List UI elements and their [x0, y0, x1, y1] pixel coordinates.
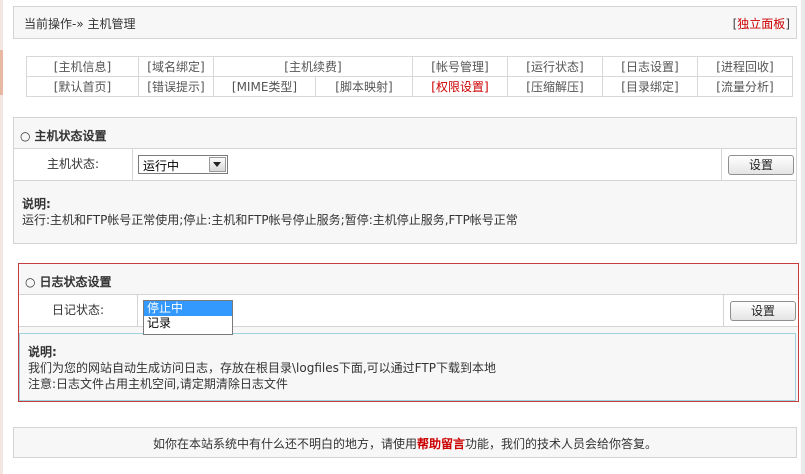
host-desc-title: 说明: — [22, 197, 51, 211]
footer-text-after: 功能，我们的技术人员会给你答复。 — [465, 437, 658, 451]
breadcrumb-bar: 当前操作-» 主机管理 [独立面板] — [13, 6, 797, 39]
scrollbar[interactable] — [801, 0, 805, 474]
log-desc-line-1: 我们为您的网站自动生成访问日志，存放在根目录\logfiles下面,可以通过FT… — [28, 361, 496, 375]
nav-menu: [主机信息] [域名绑定] [主机续费] [帐号管理] [运行状态] [日志设置… — [26, 56, 793, 97]
nav-item-default-page[interactable]: [默认首页] — [26, 76, 139, 97]
bracket-right: ] — [785, 17, 790, 31]
log-status-set-button[interactable]: 设置 — [730, 301, 796, 321]
help-message-link[interactable]: 帮助留言 — [417, 437, 465, 451]
nav-item-label[interactable]: 域名绑定 — [152, 60, 200, 74]
host-status-row: 主机状态: 运行中 设置 — [14, 148, 796, 181]
nav-item-label[interactable]: 主机续费 — [289, 60, 337, 74]
nav-item-script-mapping[interactable]: [脚本映射] — [315, 76, 413, 97]
nav-item-label[interactable]: 帐号管理 — [436, 60, 484, 74]
nav-row-2: [默认首页] [错误提示] [MIME类型] [脚本映射] [权限设置] [压缩… — [26, 76, 793, 97]
footer-text: 如你在本站系统中有什么还不明白的地方，请使用帮助留言功能，我们的技术人员会给你答… — [14, 435, 796, 452]
nav-item-permissions[interactable]: [权限设置] — [412, 76, 508, 97]
nav-item-label[interactable]: 主机信息 — [58, 60, 106, 74]
host-desc-text: 运行:主机和FTP帐号正常使用;停止:主机和FTP帐号停止服务;暂停:主机停止服… — [22, 213, 518, 227]
host-status-select[interactable]: 运行中 — [138, 155, 228, 174]
nav-item-process-recycle[interactable]: [进程回收] — [697, 56, 793, 77]
log-status-listbox[interactable]: 停止中 记录 — [143, 300, 233, 335]
nav-item-label[interactable]: MIME类型 — [237, 80, 293, 94]
nav-item-host-info[interactable]: [主机信息] — [26, 56, 139, 77]
log-status-description: 说明: 我们为您的网站自动生成访问日志，存放在根目录\logfiles下面,可以… — [28, 344, 496, 392]
nav-item-error-pages[interactable]: [错误提示] — [138, 76, 214, 97]
nav-item-mime-types[interactable]: [MIME类型] — [213, 76, 316, 97]
host-status-description: 说明: 运行:主机和FTP帐号正常使用;停止:主机和FTP帐号停止服务;暂停:主… — [22, 196, 518, 228]
independent-panel-link-wrapper: [独立面板] — [733, 15, 790, 32]
nav-item-run-status[interactable]: [运行状态] — [507, 56, 603, 77]
nav-item-compress[interactable]: [压缩解压] — [507, 76, 603, 97]
nav-item-label[interactable]: 压缩解压 — [531, 80, 579, 94]
host-status-label: 主机状态: — [14, 149, 133, 180]
log-description-box: 说明: 我们为您的网站自动生成访问日志，存放在根目录\logfiles下面,可以… — [19, 333, 796, 401]
nav-row-1: [主机信息] [域名绑定] [主机续费] [帐号管理] [运行状态] [日志设置… — [26, 56, 793, 77]
nav-item-renewal[interactable]: [主机续费] — [213, 56, 413, 77]
nav-item-account[interactable]: [帐号管理] — [412, 56, 508, 77]
footer-text-before: 如你在本站系统中有什么还不明白的地方，请使用 — [152, 437, 417, 451]
nav-item-label[interactable]: 运行状态 — [531, 60, 579, 74]
nav-item-label[interactable]: 默认首页 — [58, 80, 106, 94]
footer-bar: 如你在本站系统中有什么还不明白的地方，请使用帮助留言功能，我们的技术人员会给你答… — [13, 427, 797, 458]
nav-item-label[interactable]: 脚本映射 — [340, 80, 388, 94]
log-option-stopped[interactable]: 停止中 — [144, 301, 232, 316]
host-status-title: ○ 主机状态设置 — [20, 127, 107, 144]
nav-item-label[interactable]: 错误提示 — [152, 80, 200, 94]
nav-item-label[interactable]: 目录绑定 — [626, 80, 674, 94]
log-status-panel: ○ 日志状态设置 日记状态: 停止中 记录 设置 说明: 我们为您的网站自动生成访… — [18, 263, 799, 402]
log-status-button-cell: 设置 — [723, 295, 798, 326]
nav-item-log-settings[interactable]: [日志设置] — [602, 56, 698, 77]
circle-bullet-icon: ○ — [25, 275, 36, 289]
nav-item-dir-binding[interactable]: [目录绑定] — [602, 76, 698, 97]
log-desc-title: 说明: — [28, 345, 57, 359]
left-edge-marker — [0, 50, 3, 95]
left-edge-strip — [0, 0, 3, 474]
breadcrumb: 当前操作-» 主机管理 — [24, 17, 136, 31]
nav-item-label[interactable]: 进程回收 — [721, 60, 769, 74]
log-status-title: ○ 日志状态设置 — [25, 273, 112, 290]
nav-item-traffic[interactable]: [流量分析] — [697, 76, 793, 97]
host-status-select-value: 运行中 — [143, 159, 180, 173]
nav-item-label[interactable]: 权限设置 — [436, 80, 484, 94]
independent-panel-link[interactable]: 独立面板 — [737, 17, 785, 31]
host-status-set-button[interactable]: 设置 — [728, 155, 794, 175]
log-status-row: 日记状态: 停止中 记录 设置 — [19, 294, 798, 335]
host-status-panel: ○ 主机状态设置 主机状态: 运行中 设置 说明: 运行:主机和FTP帐号正常使用… — [13, 117, 797, 244]
chevron-down-icon[interactable] — [209, 157, 226, 172]
host-status-button-cell: 设置 — [721, 149, 796, 180]
host-status-title-text: 主机状态设置 — [34, 129, 107, 143]
log-status-title-text: 日志状态设置 — [39, 275, 112, 289]
log-option-record[interactable]: 记录 — [144, 316, 232, 331]
nav-item-label[interactable]: 流量分析 — [721, 80, 769, 94]
nav-item-label[interactable]: 日志设置 — [626, 60, 674, 74]
log-status-label: 日记状态: — [19, 295, 138, 326]
log-desc-line-2: 注意:日志文件占用主机空间,请定期清除日志文件 — [28, 377, 288, 391]
circle-bullet-icon: ○ — [20, 129, 31, 143]
nav-item-domain-binding[interactable]: [域名绑定] — [138, 56, 214, 77]
